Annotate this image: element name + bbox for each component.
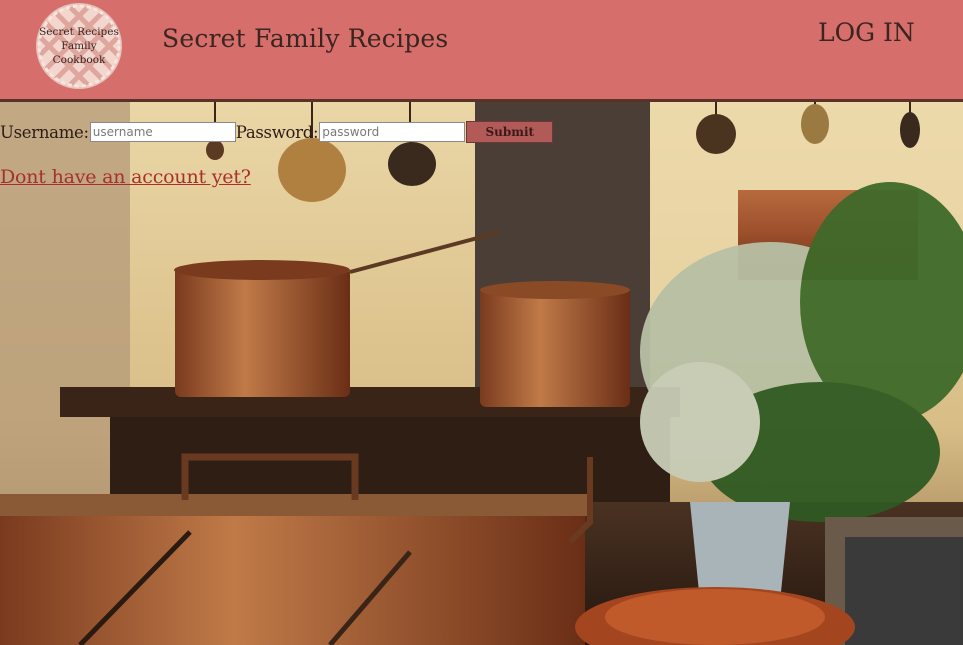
site-header: Secret Recipes Family Cookbook Secret Fa… — [0, 0, 963, 102]
signup-link[interactable]: Dont have an account yet? — [0, 166, 251, 188]
submit-button[interactable]: Submit — [466, 121, 554, 143]
password-input[interactable] — [319, 122, 466, 142]
username-label: Username: — [0, 122, 89, 142]
password-label: Password: — [235, 122, 319, 142]
login-nav-link[interactable]: LOG IN — [818, 18, 915, 47]
logo-text-line-2: Family — [61, 40, 97, 52]
logo-text-line-1: Secret Recipes — [39, 26, 119, 38]
site-title: Secret Family Recipes — [162, 24, 449, 53]
login-form: Username: Password: Submit — [0, 119, 554, 145]
username-input[interactable] — [89, 122, 236, 142]
logo-badge[interactable]: Secret Recipes Family Cookbook — [36, 3, 122, 89]
logo-text-line-3: Cookbook — [53, 54, 106, 66]
